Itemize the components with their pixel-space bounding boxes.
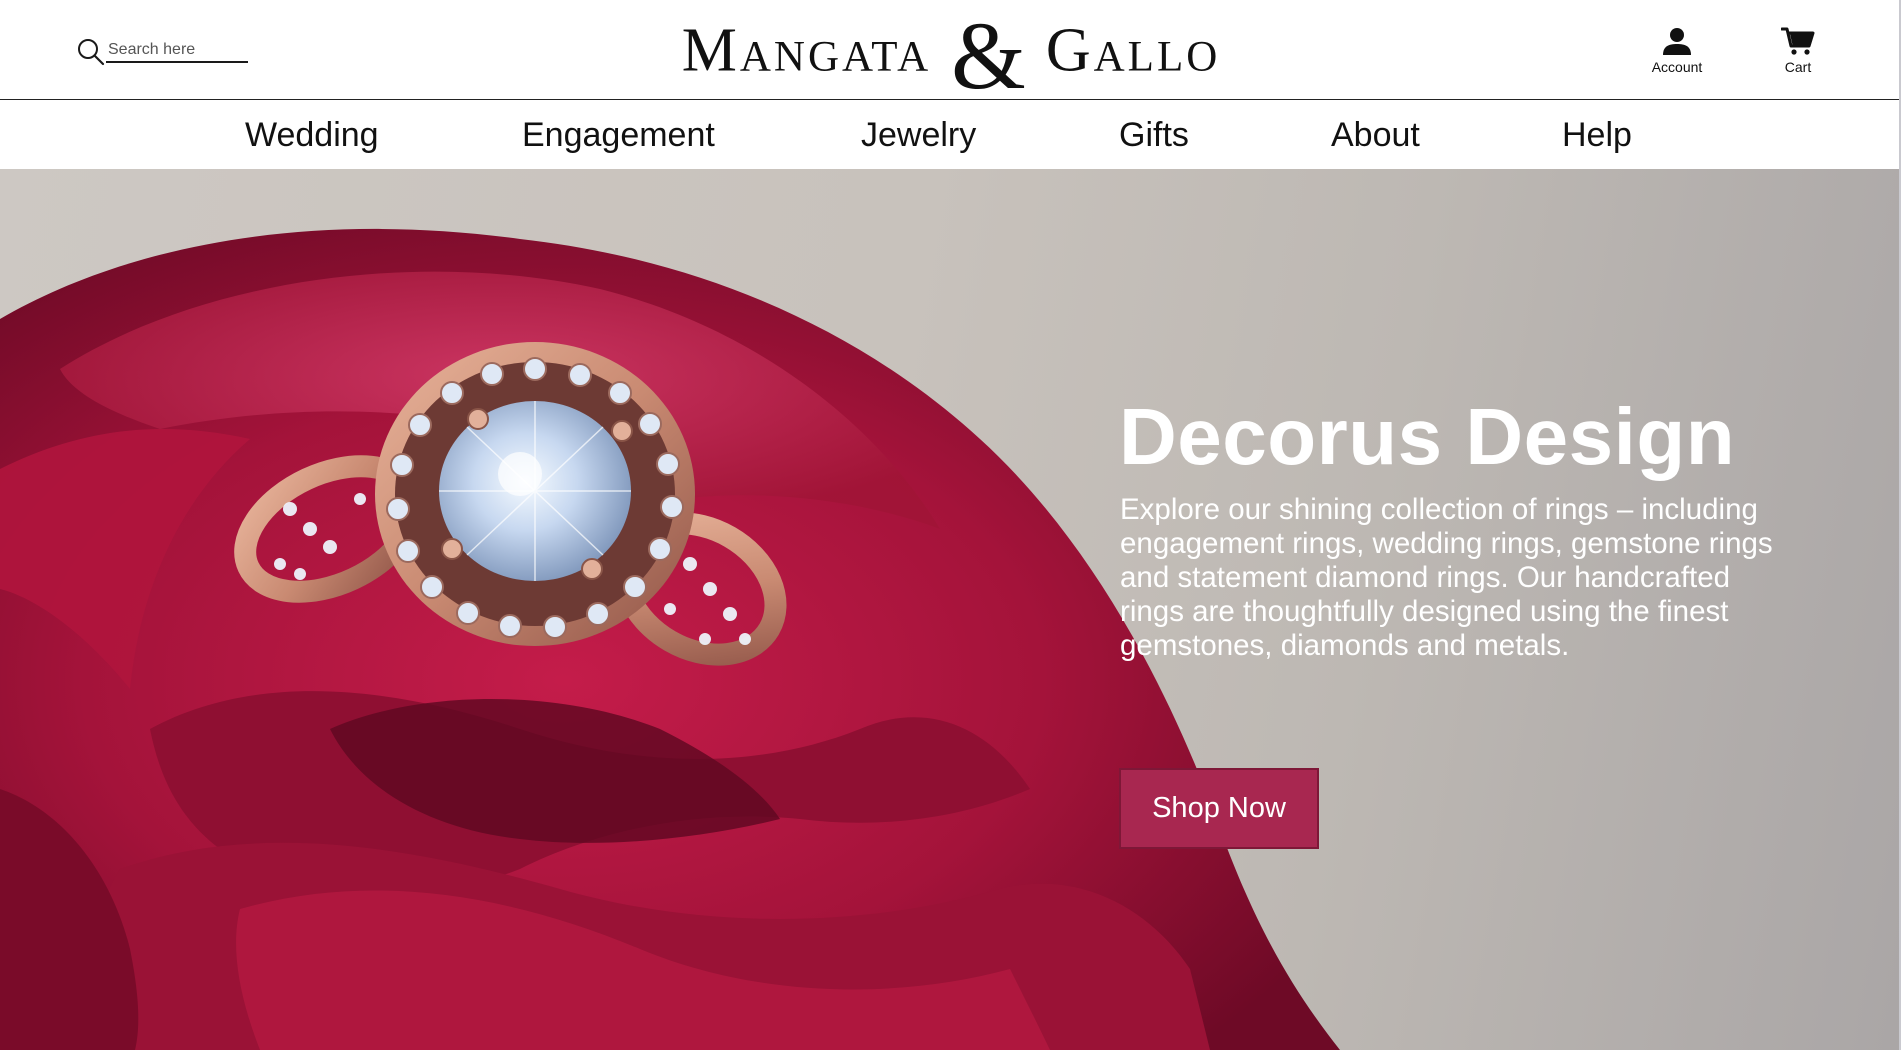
- logo-word-right: Gallo: [1045, 16, 1221, 85]
- search-icon[interactable]: [76, 37, 106, 67]
- account-label: Account: [1651, 59, 1703, 75]
- nav-item-about[interactable]: About: [1331, 101, 1420, 169]
- logo[interactable]: Mangata & Gallo: [568, 8, 1334, 104]
- nav-item-wedding[interactable]: Wedding: [245, 101, 379, 169]
- cart-icon: [1781, 27, 1815, 55]
- hero-description: Explore our shining collection of rings …: [1120, 493, 1773, 662]
- hero-banner: Decorus Design Explore our shining colle…: [0, 169, 1899, 1050]
- nav-item-engagement[interactable]: Engagement: [522, 101, 715, 169]
- search: [76, 37, 248, 66]
- nav-item-gifts[interactable]: Gifts: [1119, 101, 1189, 169]
- account-icon: [1663, 28, 1691, 55]
- search-input[interactable]: [106, 39, 248, 63]
- main-nav: Wedding Engagement Jewelry Gifts About H…: [0, 101, 1899, 169]
- logo-word-left: Mangata: [681, 16, 932, 85]
- nav-item-jewelry[interactable]: Jewelry: [861, 101, 976, 169]
- header: Mangata&Gallo Account Cart: [0, 0, 1899, 104]
- account-button[interactable]: Account: [1637, 26, 1717, 80]
- cart-button[interactable]: Cart: [1758, 26, 1838, 80]
- shop-now-button[interactable]: Shop Now: [1119, 768, 1319, 849]
- nav-item-help[interactable]: Help: [1562, 101, 1632, 169]
- hero-title: Decorus Design: [1119, 392, 1736, 481]
- cart-label: Cart: [1784, 59, 1812, 75]
- logo-ampersand: &: [951, 2, 1026, 110]
- page: Mangata&Gallo Account Cart Wedding Engag…: [0, 0, 1901, 1050]
